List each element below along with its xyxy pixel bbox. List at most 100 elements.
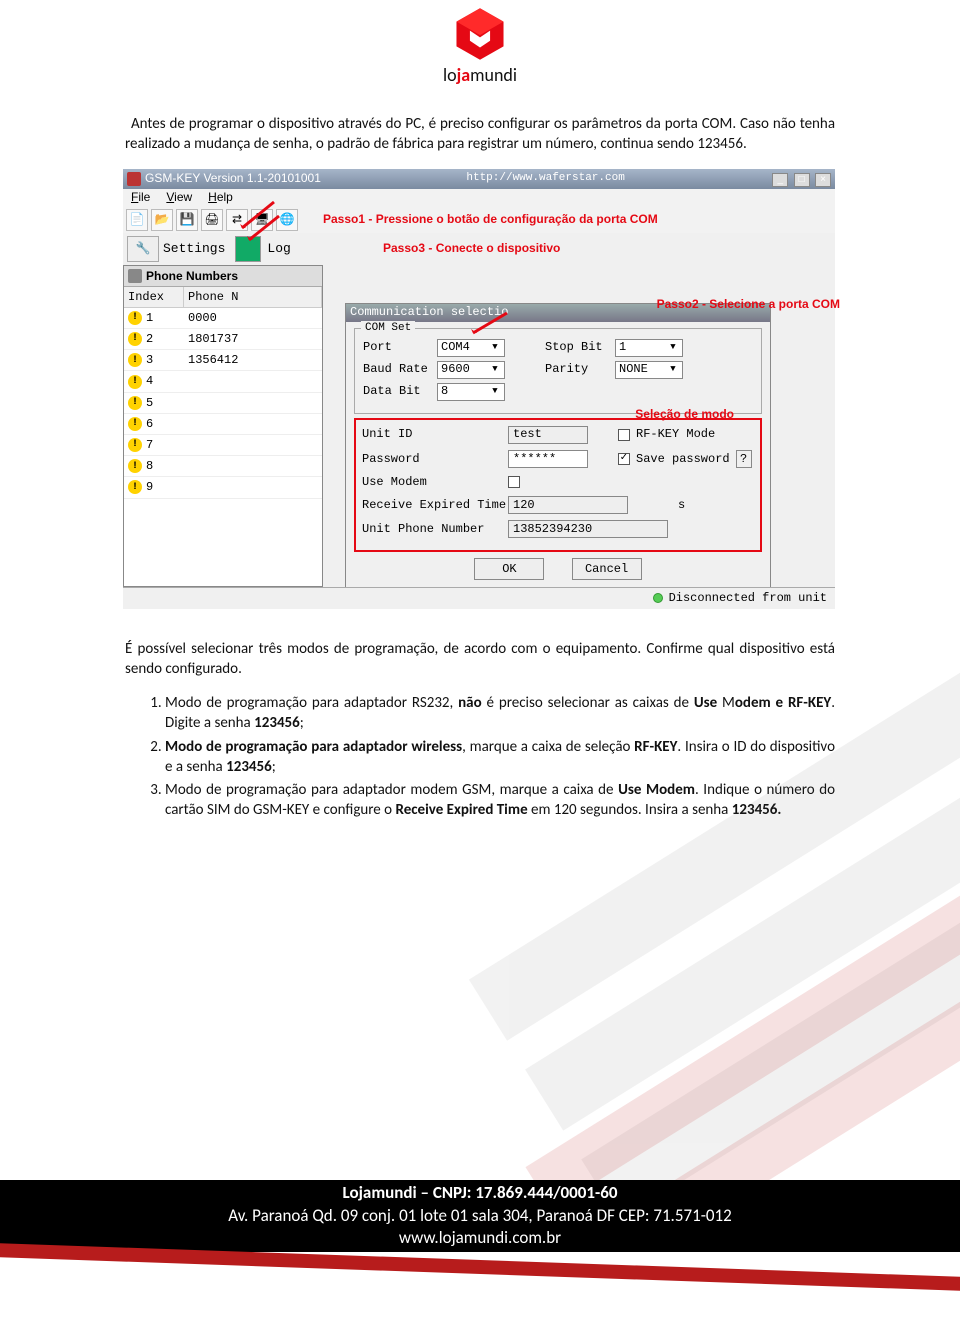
warning-icon: !: [128, 480, 142, 494]
minimize-button[interactable]: _: [772, 173, 788, 187]
warning-icon: !: [128, 332, 142, 346]
usemodem-label: Use Modem: [362, 474, 508, 490]
footer-line1: Lojamundi – CNPJ: 17.869.444/0001-60: [0, 1182, 960, 1205]
tool-new[interactable]: 📄: [126, 209, 148, 231]
logo-icon: [452, 6, 508, 62]
usemodem-checkbox[interactable]: [508, 476, 520, 488]
close-button[interactable]: ×: [815, 173, 831, 187]
window-title-url: http://www.waferstar.com: [466, 171, 624, 186]
toolbar: 📄 📂 💾 🖨 ⇄ 🖥 🌐 Passo1 - Pressione o botão…: [123, 207, 835, 233]
document-body: Antes de programar o dispositivo através…: [125, 114, 835, 821]
status-bar: Disconnected from unit: [123, 587, 835, 609]
ok-button[interactable]: OK: [474, 558, 544, 580]
rexp-unit: s: [678, 497, 685, 513]
warning-icon: !: [128, 396, 142, 410]
footer: Lojamundi – CNPJ: 17.869.444/0001-60 Av.…: [0, 1180, 960, 1288]
com-set-legend: COM Set: [361, 321, 415, 336]
rfkey-label: RF-KEY Mode: [636, 426, 715, 442]
footer-black: Lojamundi – CNPJ: 17.869.444/0001-60 Av.…: [0, 1180, 960, 1252]
tool-open[interactable]: 📂: [151, 209, 173, 231]
menu-bar: File View Help: [123, 189, 835, 207]
warning-icon: !: [128, 353, 142, 367]
stopbit-select[interactable]: 1▼: [615, 339, 683, 357]
modes-list: Modo de programação para adaptador RS232…: [165, 693, 835, 821]
phone-columns: Index Phone N: [124, 287, 322, 308]
settings-button[interactable]: 🔧: [127, 236, 159, 262]
settings-label: Settings: [163, 240, 225, 258]
rfkey-checkbox[interactable]: [618, 429, 630, 441]
stopbit-label: Stop Bit: [545, 339, 615, 355]
unitid-label: Unit ID: [362, 426, 508, 442]
step1-label: Passo1 - Pressione o botão de configuraç…: [323, 211, 658, 227]
table-row[interactable]: !7: [124, 435, 322, 456]
footer-line2: Av. Paranoá Qd. 09 conj. 01 lote 01 sala…: [0, 1205, 960, 1228]
warning-icon: !: [128, 417, 142, 431]
rexp-field[interactable]: 120: [508, 496, 628, 514]
footer-line3: www.lojamundi.com.br: [0, 1227, 960, 1250]
warning-icon: !: [128, 311, 142, 325]
savepwd-checkbox[interactable]: ✓: [618, 453, 630, 465]
settings-bar: 🔧 Settings Log Passo3 - Conecte o dispos…: [123, 233, 835, 265]
table-row[interactable]: !31356412: [124, 350, 322, 371]
unitid-field[interactable]: test: [508, 426, 588, 444]
uphone-label: Unit Phone Number: [362, 521, 508, 537]
list-item: Modo de programação para adaptador modem…: [165, 780, 835, 821]
password-label: Password: [362, 451, 508, 467]
cancel-button[interactable]: Cancel: [572, 558, 642, 580]
help-button[interactable]: ?: [736, 450, 752, 468]
baud-select[interactable]: 9600▼: [437, 361, 505, 379]
table-row[interactable]: !10000: [124, 308, 322, 329]
logo-text: lojamundi: [0, 64, 960, 86]
status-text: Disconnected from unit: [669, 590, 827, 606]
table-row[interactable]: !21801737: [124, 329, 322, 350]
phone-numbers-panel: Phone Numbers Index Phone N !10000!21801…: [123, 265, 323, 587]
password-field[interactable]: ******: [508, 450, 588, 468]
app-icon: [127, 172, 141, 186]
table-row[interactable]: !4: [124, 371, 322, 392]
tool-save[interactable]: 💾: [176, 209, 198, 231]
com-set-group: COM Set Port COM4▼ Stop Bit 1▼ Baud Rate…: [354, 328, 762, 414]
table-row[interactable]: !8: [124, 456, 322, 477]
titlebar: GSM-KEY Version 1.1-20101001 http://www.…: [123, 169, 835, 189]
parity-select[interactable]: NONE▼: [615, 361, 683, 379]
app-screenshot: GSM-KEY Version 1.1-20101001 http://www.…: [123, 169, 835, 609]
table-row[interactable]: !5: [124, 393, 322, 414]
port-label: Port: [363, 339, 437, 355]
rexp-label: Receive Expired Time: [362, 497, 508, 513]
list-item: Modo de programação para adaptador wirel…: [165, 737, 835, 778]
page-header: lojamundi: [0, 0, 960, 94]
table-row[interactable]: !6: [124, 414, 322, 435]
menu-file[interactable]: File: [123, 189, 158, 205]
databit-select[interactable]: 8▼: [437, 383, 505, 401]
menu-view[interactable]: View: [158, 189, 200, 205]
parity-label: Parity: [545, 361, 615, 377]
step3-label: Passo3 - Conecte o dispositivo: [383, 240, 560, 256]
uphone-field[interactable]: 13852394230: [508, 520, 668, 538]
arrow-step2-icon: [465, 309, 511, 339]
arrow-step3-icon: [243, 212, 283, 246]
warning-icon: !: [128, 375, 142, 389]
after-paragraph: É possível selecionar três modos de prog…: [125, 639, 835, 680]
window-title: GSM-KEY Version 1.1-20101001: [145, 170, 321, 186]
savepwd-label: Save password: [636, 451, 730, 467]
phone-panel-header: Phone Numbers: [124, 266, 322, 287]
databit-label: Data Bit: [363, 383, 437, 399]
col-phone: Phone N: [184, 287, 322, 307]
port-select[interactable]: COM4▼: [437, 339, 505, 357]
phone-icon: [128, 269, 142, 283]
warning-icon: !: [128, 438, 142, 452]
list-item: Modo de programação para adaptador RS232…: [165, 693, 835, 734]
window-buttons: _ □ ×: [770, 170, 831, 187]
table-row[interactable]: !9: [124, 477, 322, 498]
intro-paragraph: Antes de programar o dispositivo através…: [125, 114, 835, 155]
status-dot-icon: [653, 593, 663, 603]
mode-selection-box: Unit ID test RF-KEY Mode Password ******…: [354, 418, 762, 552]
step2-label: Passo2 - Selecione a porta COM: [657, 296, 840, 312]
baud-label: Baud Rate: [363, 361, 437, 377]
tool-print[interactable]: 🖨: [201, 209, 223, 231]
maximize-button[interactable]: □: [794, 173, 810, 187]
warning-icon: !: [128, 459, 142, 473]
comm-dialog: Communication selectio COM Set Port COM4…: [345, 303, 771, 589]
mode-selection-label: Seleção de modo: [635, 406, 734, 422]
col-index: Index: [124, 287, 184, 307]
